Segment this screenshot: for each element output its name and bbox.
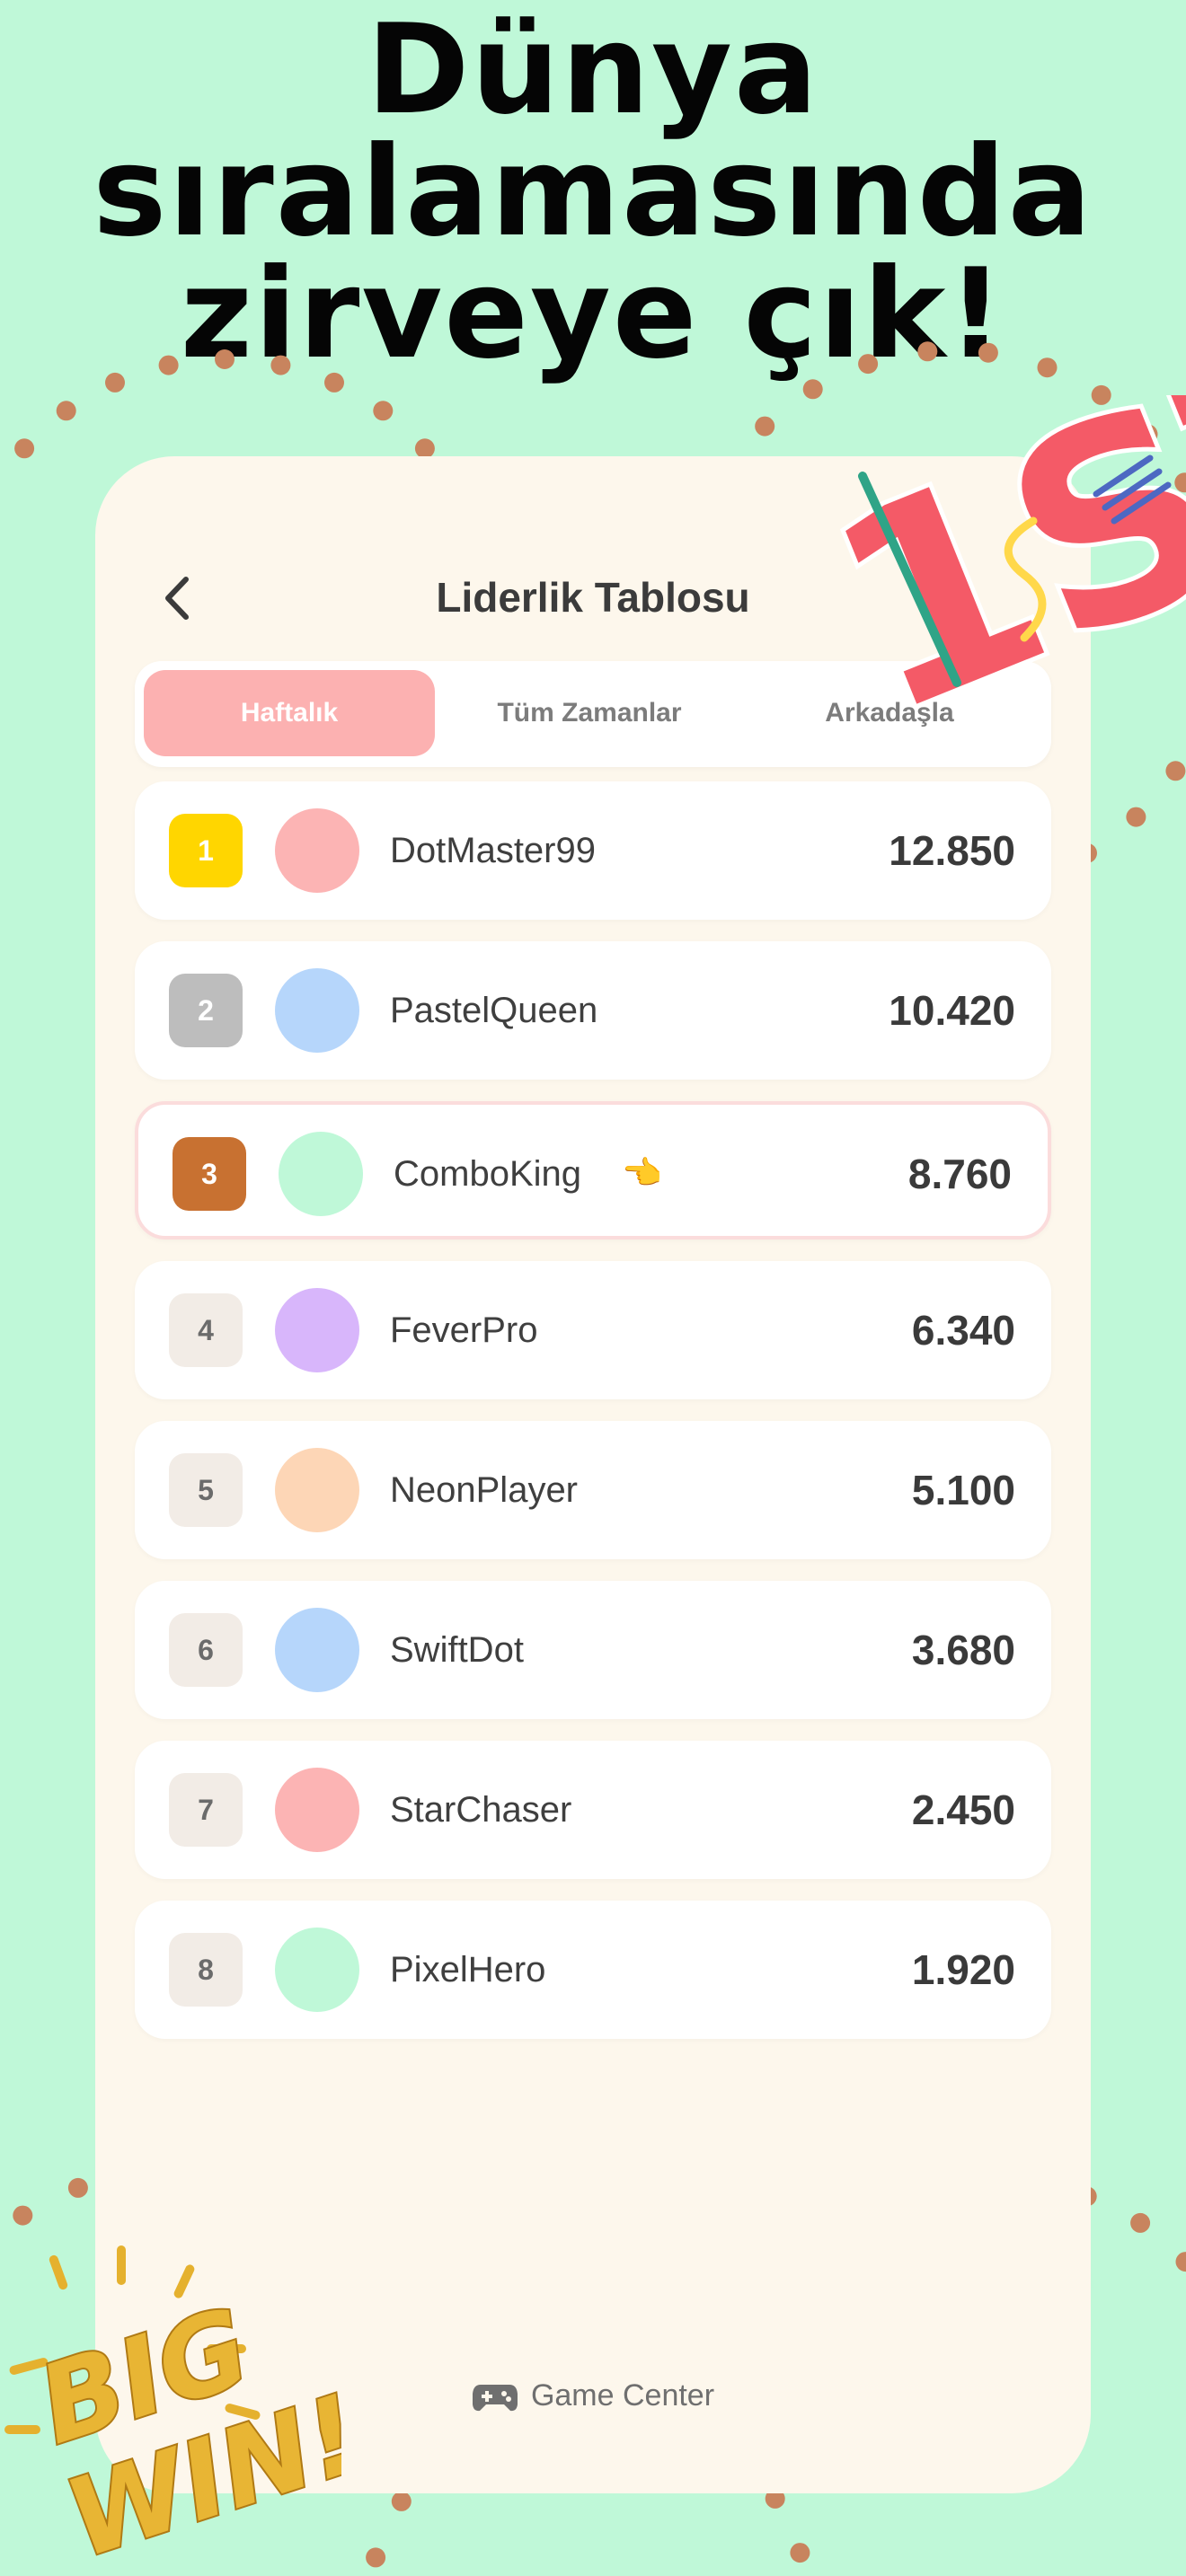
leaderboard-row[interactable]: 5 NeonPlayer 5.100 bbox=[135, 1421, 1051, 1559]
leaderboard-row[interactable]: 4 FeverPro 6.340 bbox=[135, 1261, 1051, 1399]
rank-badge: 8 bbox=[169, 1933, 243, 2007]
player-score: 6.340 bbox=[911, 1307, 1015, 1354]
avatar bbox=[275, 1448, 359, 1532]
pointing-hand-icon: 👈 bbox=[622, 1155, 662, 1192]
leaderboard-row[interactable]: 8 PixelHero 1.920 bbox=[135, 1901, 1051, 2039]
avatar bbox=[275, 1928, 359, 2012]
leaderboard-row[interactable]: 6 SwiftDot 3.680 bbox=[135, 1581, 1051, 1719]
rank-badge: 4 bbox=[169, 1293, 243, 1367]
rank-badge: 6 bbox=[169, 1613, 243, 1687]
headline-line-1: Dünya bbox=[366, 0, 820, 142]
player-name: StarChaser bbox=[390, 1790, 572, 1830]
player-score: 12.850 bbox=[889, 827, 1015, 874]
leaderboard-row[interactable]: 7 StarChaser 2.450 bbox=[135, 1741, 1051, 1879]
rank-badge: 7 bbox=[169, 1773, 243, 1847]
player-score: 1.920 bbox=[911, 1946, 1015, 1993]
player-score: 8.760 bbox=[907, 1151, 1012, 1197]
player-score: 3.680 bbox=[911, 1627, 1015, 1673]
leaderboard-row[interactable]: 2 PastelQueen 10.420 bbox=[135, 941, 1051, 1080]
headline-line-2: sıralamasında bbox=[93, 119, 1093, 264]
avatar bbox=[275, 968, 359, 1053]
player-name: NeonPlayer bbox=[390, 1470, 579, 1510]
player-name: ComboKing bbox=[394, 1154, 582, 1194]
avatar bbox=[279, 1132, 363, 1216]
player-score: 10.420 bbox=[889, 987, 1015, 1034]
big-win-sticker: BIG WIN! bbox=[4, 2245, 341, 2576]
player-name: DotMaster99 bbox=[390, 831, 596, 870]
headline: Dünya sıralamasında zirveye çık! bbox=[0, 0, 1186, 386]
player-name: PixelHero bbox=[390, 1950, 546, 1989]
player-score: 2.450 bbox=[911, 1786, 1015, 1833]
rank-badge: 1 bbox=[169, 814, 243, 887]
game-center-label: Game Center bbox=[530, 2378, 715, 2413]
tab-all-time[interactable]: Tüm Zamanlar bbox=[444, 670, 735, 756]
tab-weekly[interactable]: Haftalık bbox=[144, 670, 435, 756]
rank-badge: 2 bbox=[169, 974, 243, 1047]
leaderboard-row[interactable]: 1 DotMaster99 12.850 bbox=[135, 781, 1051, 920]
rank-badge: 3 bbox=[173, 1137, 246, 1211]
rank-badge: 5 bbox=[169, 1453, 243, 1527]
player-name: PastelQueen bbox=[390, 991, 598, 1030]
player-score: 5.100 bbox=[911, 1467, 1015, 1513]
first-place-sticker: 1ST bbox=[800, 395, 1186, 719]
gamepad-icon bbox=[472, 2385, 518, 2412]
avatar bbox=[275, 808, 359, 893]
first-place-text: 1ST bbox=[800, 395, 1186, 719]
leaderboard-row[interactable]: 3 ComboKing 👈 8.760 bbox=[135, 1101, 1051, 1239]
headline-line-3: zirveye çık! bbox=[180, 242, 1006, 386]
avatar bbox=[275, 1608, 359, 1692]
player-name: SwiftDot bbox=[390, 1630, 524, 1670]
avatar bbox=[275, 1768, 359, 1852]
player-name: FeverPro bbox=[390, 1310, 538, 1350]
phone-screen: Liderlik Tablosu Haftalık Tüm Zamanlar A… bbox=[95, 456, 1091, 2493]
avatar bbox=[275, 1288, 359, 1372]
